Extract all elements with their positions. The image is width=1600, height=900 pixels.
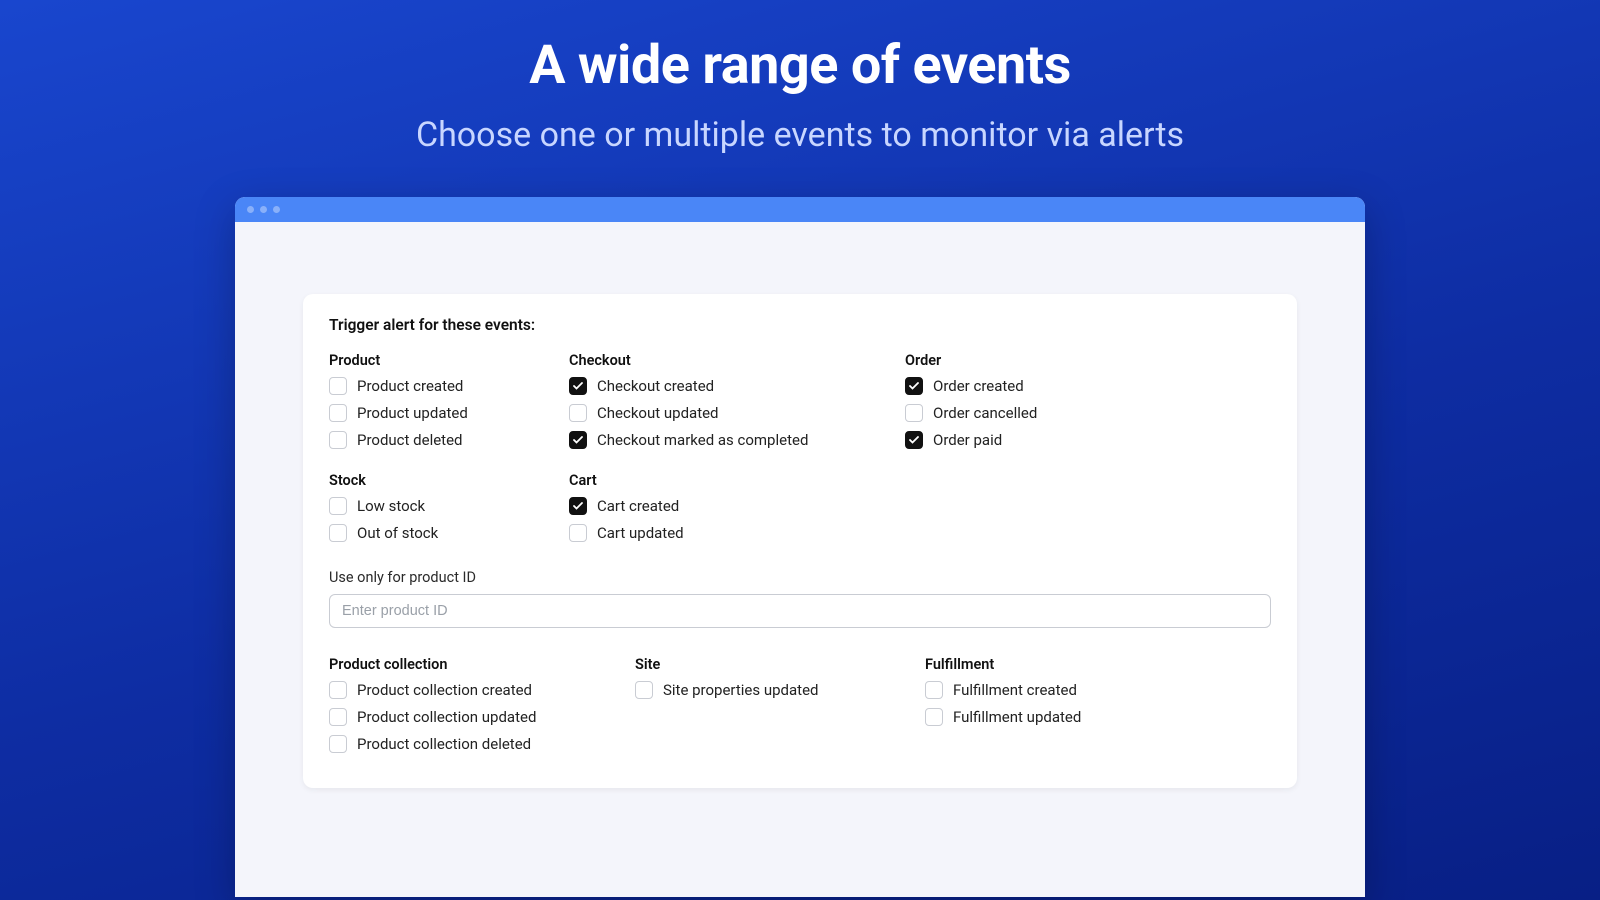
hero: A wide range of events Choose one or mul… <box>0 0 1600 155</box>
option-product-deleted[interactable]: Product deleted <box>329 431 569 449</box>
events-grid-top: Product Product created Product updated … <box>329 352 1271 551</box>
checkbox[interactable] <box>329 377 347 395</box>
checkbox[interactable] <box>569 377 587 395</box>
option-cart-created[interactable]: Cart created <box>569 497 905 515</box>
group-stock: Stock Low stock Out of stock <box>329 472 569 551</box>
group-title: Product <box>329 352 569 369</box>
group-site: Site Site properties updated <box>635 656 925 762</box>
option-fulfillment-created[interactable]: Fulfillment created <box>925 681 1271 699</box>
option-label: Product deleted <box>357 431 463 449</box>
option-label: Fulfillment created <box>953 681 1077 699</box>
checkbox[interactable] <box>329 497 347 515</box>
option-checkout-completed[interactable]: Checkout marked as completed <box>569 431 905 449</box>
group-product: Product Product created Product updated … <box>329 352 569 458</box>
checkbox[interactable] <box>329 431 347 449</box>
checkbox[interactable] <box>569 497 587 515</box>
option-product-created[interactable]: Product created <box>329 377 569 395</box>
page-title: A wide range of events <box>0 34 1600 97</box>
group-checkout: Checkout Checkout created Checkout updat… <box>569 352 905 458</box>
option-label: Product collection deleted <box>357 735 531 753</box>
option-label: Site properties updated <box>663 681 818 699</box>
checkbox[interactable] <box>329 735 347 753</box>
checkbox[interactable] <box>329 708 347 726</box>
option-cart-updated[interactable]: Cart updated <box>569 524 905 542</box>
group-title: Cart <box>569 472 905 489</box>
option-label: Checkout created <box>597 377 714 395</box>
product-id-input[interactable] <box>329 594 1271 628</box>
checkbox[interactable] <box>569 524 587 542</box>
option-checkout-updated[interactable]: Checkout updated <box>569 404 905 422</box>
option-label: Product collection created <box>357 681 532 699</box>
group-title: Site <box>635 656 925 673</box>
option-collection-deleted[interactable]: Product collection deleted <box>329 735 635 753</box>
group-title: Fulfillment <box>925 656 1271 673</box>
app-window: Trigger alert for these events: Product … <box>235 197 1365 897</box>
option-out-of-stock[interactable]: Out of stock <box>329 524 569 542</box>
empty-cell <box>905 472 1271 551</box>
option-label: Product created <box>357 377 463 395</box>
option-order-paid[interactable]: Order paid <box>905 431 1271 449</box>
option-label: Low stock <box>357 497 425 515</box>
option-low-stock[interactable]: Low stock <box>329 497 569 515</box>
checkbox[interactable] <box>329 524 347 542</box>
option-label: Checkout marked as completed <box>597 431 808 449</box>
group-order: Order Order created Order cancelled Orde… <box>905 352 1271 458</box>
window-titlebar <box>235 197 1365 222</box>
option-label: Out of stock <box>357 524 438 542</box>
option-label: Product collection updated <box>357 708 536 726</box>
checkbox[interactable] <box>905 404 923 422</box>
option-order-created[interactable]: Order created <box>905 377 1271 395</box>
product-id-label: Use only for product ID <box>329 569 1271 586</box>
checkbox[interactable] <box>905 377 923 395</box>
window-body: Trigger alert for these events: Product … <box>235 222 1365 788</box>
group-title: Order <box>905 352 1271 369</box>
option-collection-updated[interactable]: Product collection updated <box>329 708 635 726</box>
page-subtitle: Choose one or multiple events to monitor… <box>0 115 1600 155</box>
option-label: Order created <box>933 377 1024 395</box>
option-checkout-created[interactable]: Checkout created <box>569 377 905 395</box>
option-label: Fulfillment updated <box>953 708 1081 726</box>
option-label: Product updated <box>357 404 468 422</box>
option-label: Checkout updated <box>597 404 719 422</box>
group-cart: Cart Cart created Cart updated <box>569 472 905 551</box>
option-fulfillment-updated[interactable]: Fulfillment updated <box>925 708 1271 726</box>
events-grid-bottom: Product collection Product collection cr… <box>329 656 1271 762</box>
checkbox[interactable] <box>905 431 923 449</box>
checkbox[interactable] <box>569 404 587 422</box>
group-title: Product collection <box>329 656 635 673</box>
window-dot-icon <box>273 206 280 213</box>
option-order-cancelled[interactable]: Order cancelled <box>905 404 1271 422</box>
option-label: Cart created <box>597 497 679 515</box>
checkbox[interactable] <box>925 708 943 726</box>
option-product-updated[interactable]: Product updated <box>329 404 569 422</box>
checkbox[interactable] <box>569 431 587 449</box>
checkbox[interactable] <box>635 681 653 699</box>
option-label: Order cancelled <box>933 404 1037 422</box>
checkbox[interactable] <box>329 404 347 422</box>
events-card: Trigger alert for these events: Product … <box>303 294 1297 788</box>
option-site-properties-updated[interactable]: Site properties updated <box>635 681 925 699</box>
window-dot-icon <box>247 206 254 213</box>
option-label: Order paid <box>933 431 1002 449</box>
checkbox[interactable] <box>925 681 943 699</box>
card-title: Trigger alert for these events: <box>329 316 1271 334</box>
group-collection: Product collection Product collection cr… <box>329 656 635 762</box>
option-label: Cart updated <box>597 524 684 542</box>
window-dot-icon <box>260 206 267 213</box>
checkbox[interactable] <box>329 681 347 699</box>
group-fulfillment: Fulfillment Fulfillment created Fulfillm… <box>925 656 1271 762</box>
group-title: Checkout <box>569 352 905 369</box>
option-collection-created[interactable]: Product collection created <box>329 681 635 699</box>
group-title: Stock <box>329 472 569 489</box>
